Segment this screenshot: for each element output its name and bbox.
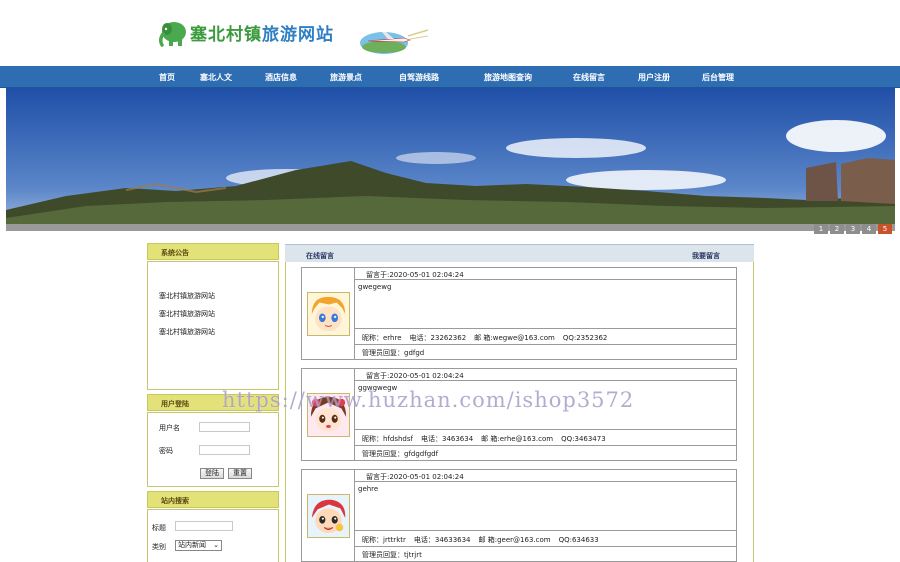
search-category-label: 类别 — [152, 543, 166, 551]
main-nav: 首页 塞北人文 酒店信息 旅游景点 自驾游线路 旅游地图查询 在线留言 用户注册… — [0, 66, 900, 88]
message-card: 留言于:2020-05-01 02:04:24 gwegewg 昵称：erhre… — [301, 267, 737, 360]
password-label: 密码 — [159, 447, 173, 455]
message-qq: QQ:634633 — [558, 536, 599, 544]
login-panel: 用户名 密码 登陆 重置 — [147, 412, 279, 487]
message-qq: QQ:2352362 — [562, 334, 608, 342]
search-panel: 标题 类别 站内新闻 ⌄ — [147, 509, 279, 562]
message-content: gwegewg — [355, 280, 736, 329]
nav-attractions[interactable]: 旅游景点 — [330, 72, 362, 83]
chevron-down-icon: ⌄ — [213, 541, 219, 549]
search-heading: 站内搜索 — [147, 491, 279, 508]
guestbook-title[interactable]: 在线留言 — [306, 251, 334, 261]
nav-culture[interactable]: 塞北人文 — [200, 72, 232, 83]
avatar-cell — [302, 268, 355, 359]
notice-heading: 系统公告 — [147, 243, 279, 260]
password-input[interactable] — [199, 445, 250, 455]
site-title: 塞北村镇旅游网站 — [190, 25, 334, 45]
nav-guestbook[interactable]: 在线留言 — [573, 72, 605, 83]
elephant-logo-icon — [158, 22, 186, 47]
message-email: 邮 箱:geer@163.com — [478, 536, 551, 544]
message-email: 邮 箱:wegwe@163.com — [474, 334, 555, 342]
reset-button[interactable]: 重置 — [228, 468, 252, 479]
banner-page-3[interactable]: 3 — [846, 224, 860, 234]
message-time: 留言于:2020-05-01 02:04:24 — [355, 268, 736, 280]
banner-page-2[interactable]: 2 — [830, 224, 844, 234]
search-title-input[interactable] — [175, 521, 233, 531]
message-phone: 电话：23262362 — [409, 334, 467, 342]
avatar-cell — [302, 369, 355, 460]
banner-pager: 1 2 3 4 5 — [814, 224, 892, 234]
login-button[interactable]: 登陆 — [200, 468, 224, 479]
search-title-label: 标题 — [152, 524, 166, 532]
message-nickname: 昵称：jrttrktr — [362, 536, 406, 544]
notice-item[interactable]: 塞北村镇旅游网站 — [159, 327, 215, 337]
nav-register[interactable]: 用户注册 — [638, 72, 670, 83]
message-card: 留言于:2020-05-01 02:04:24 gehre 昵称：jrttrkt… — [301, 469, 737, 562]
banner-page-1[interactable]: 1 — [814, 224, 828, 234]
message-phone: 电话：34633634 — [413, 536, 471, 544]
notice-item[interactable]: 塞北村镇旅游网站 — [159, 309, 215, 319]
message-phone: 电话：3463634 — [420, 435, 474, 443]
guestbook-header: 在线留言 我要留言 — [285, 244, 754, 262]
airplane-logo-icon — [360, 29, 429, 54]
nav-map-search[interactable]: 旅游地图查询 — [484, 72, 532, 83]
admin-reply: 管理员回复：tjtrjrt — [362, 551, 422, 559]
banner-image — [6, 88, 895, 231]
message-email: 邮 箱:erhe@163.com — [481, 435, 554, 443]
message-card: 留言于:2020-05-01 02:04:24 ggwgwegw 昵称：hfds… — [301, 368, 737, 461]
nav-home[interactable]: 首页 — [159, 72, 175, 83]
message-time: 留言于:2020-05-01 02:04:24 — [355, 470, 736, 482]
banner-page-4[interactable]: 4 — [862, 224, 876, 234]
notice-panel: 塞北村镇旅游网站 塞北村镇旅游网站 塞北村镇旅游网站 — [147, 261, 279, 390]
notice-item[interactable]: 塞北村镇旅游网站 — [159, 291, 215, 301]
banner-page-5[interactable]: 5 — [878, 224, 892, 234]
nav-hotels[interactable]: 酒店信息 — [265, 72, 297, 83]
admin-reply: 管理员回复：gfdgdfgdf — [362, 450, 439, 458]
search-category-select[interactable]: 站内新闻 ⌄ — [175, 540, 222, 551]
avatar-cell — [302, 470, 355, 561]
avatar — [307, 494, 350, 538]
nav-admin[interactable]: 后台管理 — [702, 72, 734, 83]
message-info: 昵称：hfdshdsf 电话：3463634 邮 箱:erhe@163.com QQ:… — [355, 430, 736, 446]
watermark-text: https://www.huzhan.com/ishop3572 — [222, 388, 635, 412]
write-message-link[interactable]: 我要留言 — [692, 251, 720, 261]
message-info: 昵称：erhre 电话：23262362 邮 箱:wegwe@163.com QQ:2… — [355, 329, 736, 345]
message-info: 昵称：jrttrktr 电话：34633634 邮 箱:geer@163.com QQ… — [355, 531, 736, 547]
username-input[interactable] — [199, 422, 250, 432]
message-nickname: 昵称：hfdshdsf — [362, 435, 413, 443]
message-qq: QQ:3463473 — [561, 435, 606, 443]
site-header: 塞北村镇旅游网站 — [0, 0, 900, 66]
message-time: 留言于:2020-05-01 02:04:24 — [355, 369, 736, 381]
nav-driving-routes[interactable]: 自驾游线路 — [399, 72, 439, 83]
search-category-value: 站内新闻 — [178, 541, 206, 549]
avatar — [307, 292, 350, 336]
admin-reply: 管理员回复：gdfgd — [362, 349, 425, 357]
message-nickname: 昵称：erhre — [362, 334, 402, 342]
username-label: 用户名 — [159, 424, 180, 432]
message-content: gehre — [355, 482, 736, 531]
